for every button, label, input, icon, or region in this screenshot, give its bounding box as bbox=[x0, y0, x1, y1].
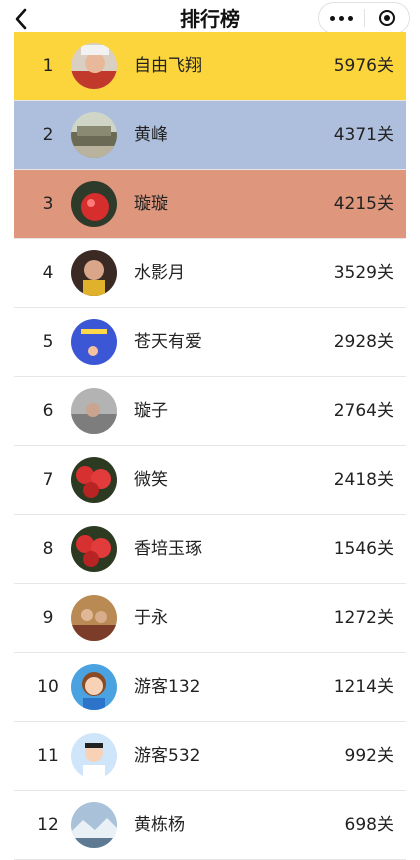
player-score: 2418关 bbox=[333, 470, 394, 490]
avatar bbox=[71, 595, 117, 641]
avatar bbox=[71, 388, 117, 434]
ranking-row[interactable]: 1 自由飞翔 5976关 bbox=[14, 32, 406, 101]
avatar bbox=[71, 250, 117, 296]
target-circle-icon bbox=[378, 10, 395, 26]
ranking-row[interactable]: 6 璇子 2764关 bbox=[14, 377, 406, 446]
player-name: 璇璇 bbox=[134, 194, 168, 214]
ranking-row[interactable]: 5 苍天有爱 2928关 bbox=[14, 308, 406, 377]
mini-program-capsule bbox=[318, 2, 410, 34]
more-dots-icon bbox=[329, 15, 353, 21]
player-name: 游客132 bbox=[134, 677, 201, 697]
rank-number: 6 bbox=[42, 401, 54, 421]
avatar bbox=[71, 526, 117, 572]
player-name: 微笑 bbox=[134, 470, 168, 490]
ranking-row[interactable]: 10 游客132 1214关 bbox=[14, 653, 406, 722]
player-name: 游客532 bbox=[134, 746, 201, 766]
rank-number: 10 bbox=[37, 677, 59, 697]
rank-number: 7 bbox=[42, 470, 54, 490]
rank-number: 3 bbox=[42, 194, 54, 214]
rank-number: 2 bbox=[42, 125, 54, 145]
player-name: 香培玉琢 bbox=[134, 539, 202, 559]
player-score: 4215关 bbox=[333, 194, 394, 214]
avatar bbox=[71, 802, 117, 848]
player-score: 4371关 bbox=[333, 125, 394, 145]
player-score: 1546关 bbox=[333, 539, 394, 559]
ranking-list: 1 自由飞翔 5976关 2 黄峰 4371关 3 璇璇 4215关 4 水影月… bbox=[14, 32, 406, 860]
ranking-row[interactable]: 9 于永 1272关 bbox=[14, 584, 406, 653]
avatar bbox=[71, 457, 117, 503]
ranking-row[interactable]: 3 璇璇 4215关 bbox=[14, 170, 406, 239]
player-name: 璇子 bbox=[134, 401, 168, 421]
close-mini-program-button[interactable] bbox=[365, 3, 410, 33]
player-name: 黄栋杨 bbox=[134, 815, 185, 835]
player-score: 2928关 bbox=[333, 332, 394, 352]
avatar bbox=[71, 112, 117, 158]
rank-number: 9 bbox=[42, 608, 54, 628]
rank-number: 12 bbox=[37, 815, 59, 835]
player-score: 698关 bbox=[344, 815, 394, 835]
avatar bbox=[71, 43, 117, 89]
ranking-row[interactable]: 7 微笑 2418关 bbox=[14, 446, 406, 515]
ranking-row[interactable]: 12 黄栋杨 698关 bbox=[14, 791, 406, 860]
player-score: 1272关 bbox=[333, 608, 394, 628]
rank-number: 11 bbox=[37, 746, 59, 766]
avatar bbox=[71, 733, 117, 779]
player-name: 苍天有爱 bbox=[134, 332, 202, 352]
avatar bbox=[71, 319, 117, 365]
player-score: 992关 bbox=[344, 746, 394, 766]
player-name: 黄峰 bbox=[134, 125, 168, 145]
player-name: 水影月 bbox=[134, 263, 185, 283]
player-name: 于永 bbox=[134, 608, 168, 628]
player-score: 3529关 bbox=[333, 263, 394, 283]
rank-number: 8 bbox=[42, 539, 54, 559]
player-score: 1214关 bbox=[333, 677, 394, 697]
more-button[interactable] bbox=[319, 3, 364, 33]
player-score: 2764关 bbox=[333, 401, 394, 421]
ranking-row[interactable]: 8 香培玉琢 1546关 bbox=[14, 515, 406, 584]
rank-number: 5 bbox=[42, 332, 54, 352]
ranking-row[interactable]: 2 黄峰 4371关 bbox=[14, 101, 406, 170]
avatar bbox=[71, 181, 117, 227]
rank-number: 4 bbox=[42, 263, 54, 283]
player-score: 5976关 bbox=[333, 56, 394, 76]
ranking-row[interactable]: 11 游客532 992关 bbox=[14, 722, 406, 791]
ranking-row[interactable]: 4 水影月 3529关 bbox=[14, 239, 406, 308]
player-name: 自由飞翔 bbox=[134, 56, 202, 76]
avatar bbox=[71, 664, 117, 710]
rank-number: 1 bbox=[42, 56, 54, 76]
